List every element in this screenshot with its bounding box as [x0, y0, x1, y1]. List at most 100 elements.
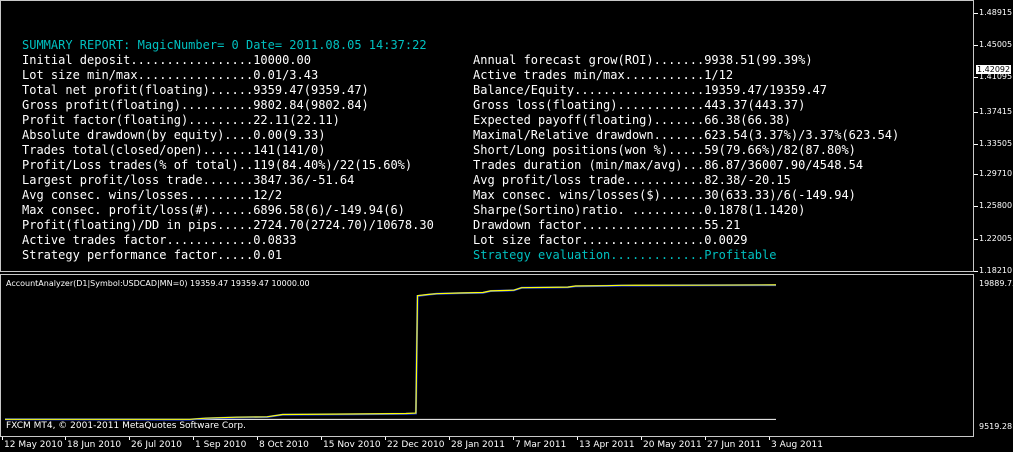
- report-row: Drawdown factor.................55.21: [473, 218, 899, 233]
- report-row: Profit/Loss trades(% of total)..119(84.4…: [22, 158, 434, 173]
- price-tick: [974, 77, 978, 78]
- report-row-value: 55.21: [704, 218, 741, 232]
- report-row-label: Drawdown factor.................: [473, 218, 705, 232]
- report-row: Trades duration (min/max/avg)...86.87/36…: [473, 158, 899, 173]
- report-row-value: 86.87/36007.90/4548.54: [704, 158, 864, 172]
- price-tick-label: 1.25800: [979, 201, 1013, 210]
- report-row-label: Lot size factor.................: [473, 233, 705, 247]
- report-row-label: Max consec. profit/loss(#)......: [22, 203, 254, 217]
- report-row-value: 3847.36/-51.64: [253, 173, 355, 187]
- report-row-value: 0.0833: [253, 233, 297, 247]
- report-row-value: 0.0029: [704, 233, 748, 247]
- report-row-value: 1/12: [704, 68, 734, 82]
- report-row-value: 623.54(3.37%)/3.37%(623.54): [704, 128, 900, 142]
- report-row: Profit(floating)/DD in pips.....2724.70(…: [22, 218, 434, 233]
- indicator-axis-top: 19889.75: [979, 279, 1013, 288]
- time-tick-label: 18 Jun 2010: [67, 440, 122, 450]
- report-row-label: Short/Long positions(won %).....: [473, 143, 705, 157]
- time-tick-label: 13 Apr 2011: [579, 440, 635, 450]
- time-tick: [513, 437, 514, 440]
- price-tick-label: 1.48915: [979, 8, 1013, 17]
- report-row: Lot size factor.................0.0029: [473, 233, 899, 248]
- report-row-value: 443.37(443.37): [704, 98, 806, 112]
- report-row-value: 119(84.40%)/22(15.60%): [253, 158, 413, 172]
- time-tick: [257, 437, 258, 440]
- equity-line-chart: [4, 284, 777, 421]
- report-row: Absolute drawdown(by equity)....0.00(9.3…: [22, 128, 434, 143]
- report-row-value: 12/2: [253, 188, 283, 202]
- report-right-column: Annual forecast grow(ROI).......9938.51(…: [473, 53, 899, 263]
- report-row-value: 9359.47(9359.47): [253, 83, 369, 97]
- time-tick-label: 20 May 2011: [643, 440, 702, 450]
- price-tick: [974, 13, 978, 14]
- price-tick: [974, 271, 978, 272]
- report-row-label: Absolute drawdown(by equity)....: [22, 128, 254, 142]
- report-row-value: 66.38(66.38): [704, 113, 791, 127]
- report-row-value: 2724.70(2724.70)/10678.30: [253, 218, 434, 232]
- report-row-label: Trades duration (min/max/avg)...: [473, 158, 705, 172]
- time-tick-label: 26 Jul 2010: [131, 440, 182, 450]
- report-row: Strategy evaluation.............Profitab…: [473, 248, 899, 263]
- price-tick: [974, 206, 978, 207]
- price-tick-label: 1.22005: [979, 234, 1013, 243]
- report-row-value: 82.38/-20.15: [704, 173, 791, 187]
- price-tick-label: 1.18210: [979, 266, 1013, 275]
- report-row-label: Trades total(closed/open).......: [22, 143, 254, 157]
- report-row-label: Avg consec. wins/losses.........: [22, 188, 254, 202]
- report-row-label: Initial deposit.................: [22, 53, 254, 67]
- time-tick: [769, 437, 770, 440]
- report-row: Avg profit/loss trade...........82.38/-2…: [473, 173, 899, 188]
- report-row-label: Strategy performance factor.....: [22, 248, 254, 262]
- report-row-label: Strategy evaluation.............: [473, 248, 705, 262]
- report-row-value: 0.00(9.33): [253, 128, 326, 142]
- time-tick: [2, 437, 3, 440]
- time-tick: [705, 437, 706, 440]
- report-row-value: 59(79.66%)/82(87.80%): [704, 143, 856, 157]
- report-row-value: 0.01/3.43: [253, 68, 319, 82]
- report-row-value: 6896.58(6)/-149.94(6): [253, 203, 405, 217]
- report-row-label: Gross loss(floating)............: [473, 98, 705, 112]
- report-row: Sharpe(Sortino)ratio. ..........0.1878(1…: [473, 203, 899, 218]
- report-row-value: 9938.51(99.39%): [704, 53, 813, 67]
- price-tick: [974, 112, 978, 113]
- time-tick: [449, 437, 450, 440]
- equity-series-line: [4, 284, 777, 421]
- report-row: Balance/Equity..................19359.47…: [473, 83, 899, 98]
- time-tick: [321, 437, 322, 440]
- report-row-label: Total net profit(floating)......: [22, 83, 254, 97]
- report-title: SUMMARY REPORT: MagicNumber= 0 Date= 201…: [22, 38, 427, 52]
- price-tick: [974, 144, 978, 145]
- report-row: Expected payoff(floating).......66.38(66…: [473, 113, 899, 128]
- report-row-label: Profit(floating)/DD in pips.....: [22, 218, 254, 232]
- report-left-column: Initial deposit.................10000.00…: [22, 53, 434, 263]
- time-tick-label: 27 Jun 2011: [707, 440, 762, 450]
- report-row-label: Active trades factor............: [22, 233, 254, 247]
- report-row: Gross profit(floating)..........9802.84(…: [22, 98, 434, 113]
- report-row: Annual forecast grow(ROI).......9938.51(…: [473, 53, 899, 68]
- report-row: Profit factor(floating).........22.11(22…: [22, 113, 434, 128]
- time-tick: [129, 437, 130, 440]
- report-row: Max consec. profit/loss(#)......6896.58(…: [22, 203, 434, 218]
- report-row: Largest profit/loss trade.......3847.36/…: [22, 173, 434, 188]
- current-price-label: 1.42092: [976, 65, 1012, 74]
- report-row: Maximal/Relative drawdown.......623.54(3…: [473, 128, 899, 143]
- report-row: Active trades factor............0.0833: [22, 233, 434, 248]
- report-row-label: Annual forecast grow(ROI).......: [473, 53, 705, 67]
- report-row-value: 9802.84(9802.84): [253, 98, 369, 112]
- copyright-label: FXCM MT4, © 2001-2011 MetaQuotes Softwar…: [6, 421, 246, 431]
- report-row-label: Max consec. wins/losses($)......: [473, 188, 705, 202]
- price-tick-label: 1.45005: [979, 40, 1013, 49]
- indicator-axis-bottom: 9519.28: [979, 422, 1013, 431]
- report-row-value: 19359.47/19359.47: [704, 83, 828, 97]
- report-row-label: Largest profit/loss trade.......: [22, 173, 254, 187]
- price-tick: [974, 239, 978, 240]
- report-row: Trades total(closed/open).......141(141/…: [22, 143, 434, 158]
- report-row: Lot size min/max................0.01/3.4…: [22, 68, 434, 83]
- time-tick: [65, 437, 66, 440]
- report-row: Total net profit(floating)......9359.47(…: [22, 83, 434, 98]
- report-row: Short/Long positions(won %).....59(79.66…: [473, 143, 899, 158]
- time-tick: [577, 437, 578, 440]
- report-row-label: Avg profit/loss trade...........: [473, 173, 705, 187]
- time-tick-label: 22 Dec 2010: [387, 440, 445, 450]
- report-row: Strategy performance factor.....0.01: [22, 248, 434, 263]
